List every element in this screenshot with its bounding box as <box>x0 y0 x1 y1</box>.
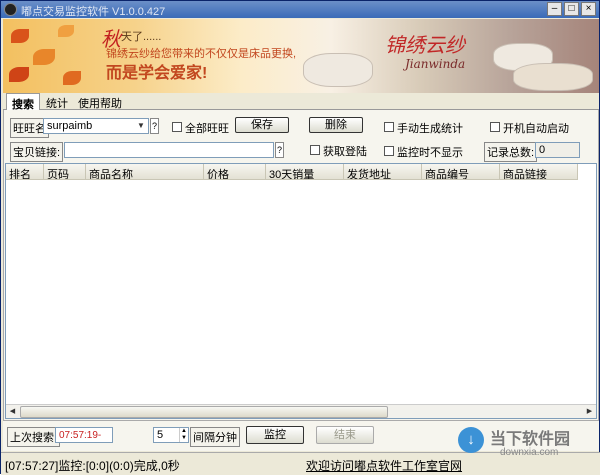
end-button[interactable]: 结束 <box>316 426 374 444</box>
tab-stats[interactable]: 统计 <box>41 93 73 110</box>
banner-line-3: 而是学会爱家! <box>106 65 208 82</box>
download-icon: ↓ <box>458 427 484 453</box>
autostart-checkbox[interactable] <box>490 122 500 132</box>
delete-button[interactable]: 删除 <box>309 117 363 133</box>
wangwang-help-button[interactable]: ? <box>150 118 159 134</box>
interval-spinner[interactable]: 5 ▲ ▼ <box>153 427 189 443</box>
results-list[interactable]: 排名 页码 商品名称 价格 30天销量 发货地址 商品编号 商品链接 ◀ ▶ <box>5 163 597 419</box>
manual-stats-label: 手动生成统计 <box>397 123 463 135</box>
leaf-icon <box>58 25 74 37</box>
minimize-button[interactable]: – <box>547 2 562 16</box>
column-header-product-id[interactable]: 商品编号 <box>422 164 500 180</box>
brand-logo: 锦绣云纱 Jianwinda <box>385 27 477 77</box>
get-login-label: 获取登陆 <box>323 146 367 158</box>
pillow-image <box>303 53 373 87</box>
column-header-product-link[interactable]: 商品链接 <box>500 164 578 180</box>
window-title: 嘟点交易监控软件 V1.0.0.427 <box>21 6 166 18</box>
record-total-label: 记录总数: <box>484 142 538 162</box>
get-login-checkbox[interactable] <box>310 145 320 155</box>
hide-when-monitor-label: 监控时不显示 <box>397 147 463 159</box>
title-bar[interactable]: 嘟点交易监控软件 V1.0.0.427 – □ × <box>1 1 599 18</box>
column-header-product-name[interactable]: 商品名称 <box>86 164 204 180</box>
scroll-left-icon[interactable]: ◀ <box>6 406 19 418</box>
column-header-price[interactable]: 价格 <box>204 164 266 180</box>
interval-label: 间隔分钟 <box>190 427 240 447</box>
last-search-label: 上次搜索: <box>7 427 61 447</box>
monitor-button[interactable]: 监控 <box>246 426 304 444</box>
manual-stats-checkbox[interactable] <box>384 122 394 132</box>
close-button[interactable]: × <box>581 2 596 16</box>
horizontal-scrollbar[interactable]: ◀ ▶ <box>6 404 596 418</box>
leaf-icon <box>63 71 81 85</box>
pillow-image <box>513 63 593 91</box>
tab-search[interactable]: 搜索 <box>6 93 40 111</box>
wangwang-value: surpaimb <box>47 120 93 132</box>
app-window: 嘟点交易监控软件 V1.0.0.427 – □ × 秋 天了...... 锦绣云… <box>0 0 600 475</box>
brand-name-en: Jianwinda <box>405 57 466 71</box>
interval-value: 5 <box>157 429 164 441</box>
chevron-down-icon[interactable]: ▼ <box>135 120 147 132</box>
maximize-button[interactable]: □ <box>564 2 579 16</box>
hide-when-monitor-checkbox[interactable] <box>384 146 394 156</box>
column-header-sales-30d[interactable]: 30天销量 <box>266 164 344 180</box>
spinner-arrows-icon[interactable]: ▲ ▼ <box>179 428 188 442</box>
item-link-label: 宝贝链接: <box>10 142 64 162</box>
tab-bar: 搜索 统计 使用帮助 <box>3 93 599 111</box>
column-header-page[interactable]: 页码 <box>44 164 86 180</box>
watermark: ↓ 当下软件园 downxia.com <box>456 423 596 469</box>
brand-name-cn: 锦绣云纱 <box>385 33 465 57</box>
banner-line-1: 天了...... <box>121 31 162 43</box>
scroll-right-icon[interactable]: ▶ <box>583 406 596 418</box>
autostart-label: 开机自动启动 <box>503 123 569 135</box>
record-total-value: 0 <box>535 142 580 158</box>
leaf-icon <box>33 49 55 65</box>
app-icon <box>4 3 17 16</box>
column-header-ship-address[interactable]: 发货地址 <box>344 164 422 180</box>
tab-help[interactable]: 使用帮助 <box>73 93 127 110</box>
save-button[interactable]: 保存 <box>235 117 289 133</box>
column-header-rank[interactable]: 排名 <box>6 164 44 180</box>
scroll-thumb[interactable] <box>20 406 388 418</box>
website-link[interactable]: 欢迎访问嘟点软件工作室官网 <box>306 457 462 474</box>
all-wangwang-label: 全部旺旺 <box>185 123 229 135</box>
item-link-help-button[interactable]: ? <box>275 142 284 158</box>
watermark-cn: 当下软件园 <box>490 431 571 448</box>
all-wangwang-checkbox[interactable] <box>172 122 182 132</box>
last-search-time: 07:57:19- <box>55 427 113 443</box>
status-log: [07:57:27]监控:[0:0](0:0)完成,0秒 <box>5 459 180 473</box>
wangwang-select[interactable]: surpaimb ▼ <box>43 118 149 134</box>
promo-banner: 秋 天了...... 锦绣云纱给您带来的不仅仅是床品更换, 而是学会爱家! 锦绣… <box>3 19 599 93</box>
leaf-icon <box>11 29 29 43</box>
item-link-input[interactable] <box>64 142 274 158</box>
watermark-en: downxia.com <box>500 447 559 458</box>
leaf-icon <box>9 67 29 82</box>
